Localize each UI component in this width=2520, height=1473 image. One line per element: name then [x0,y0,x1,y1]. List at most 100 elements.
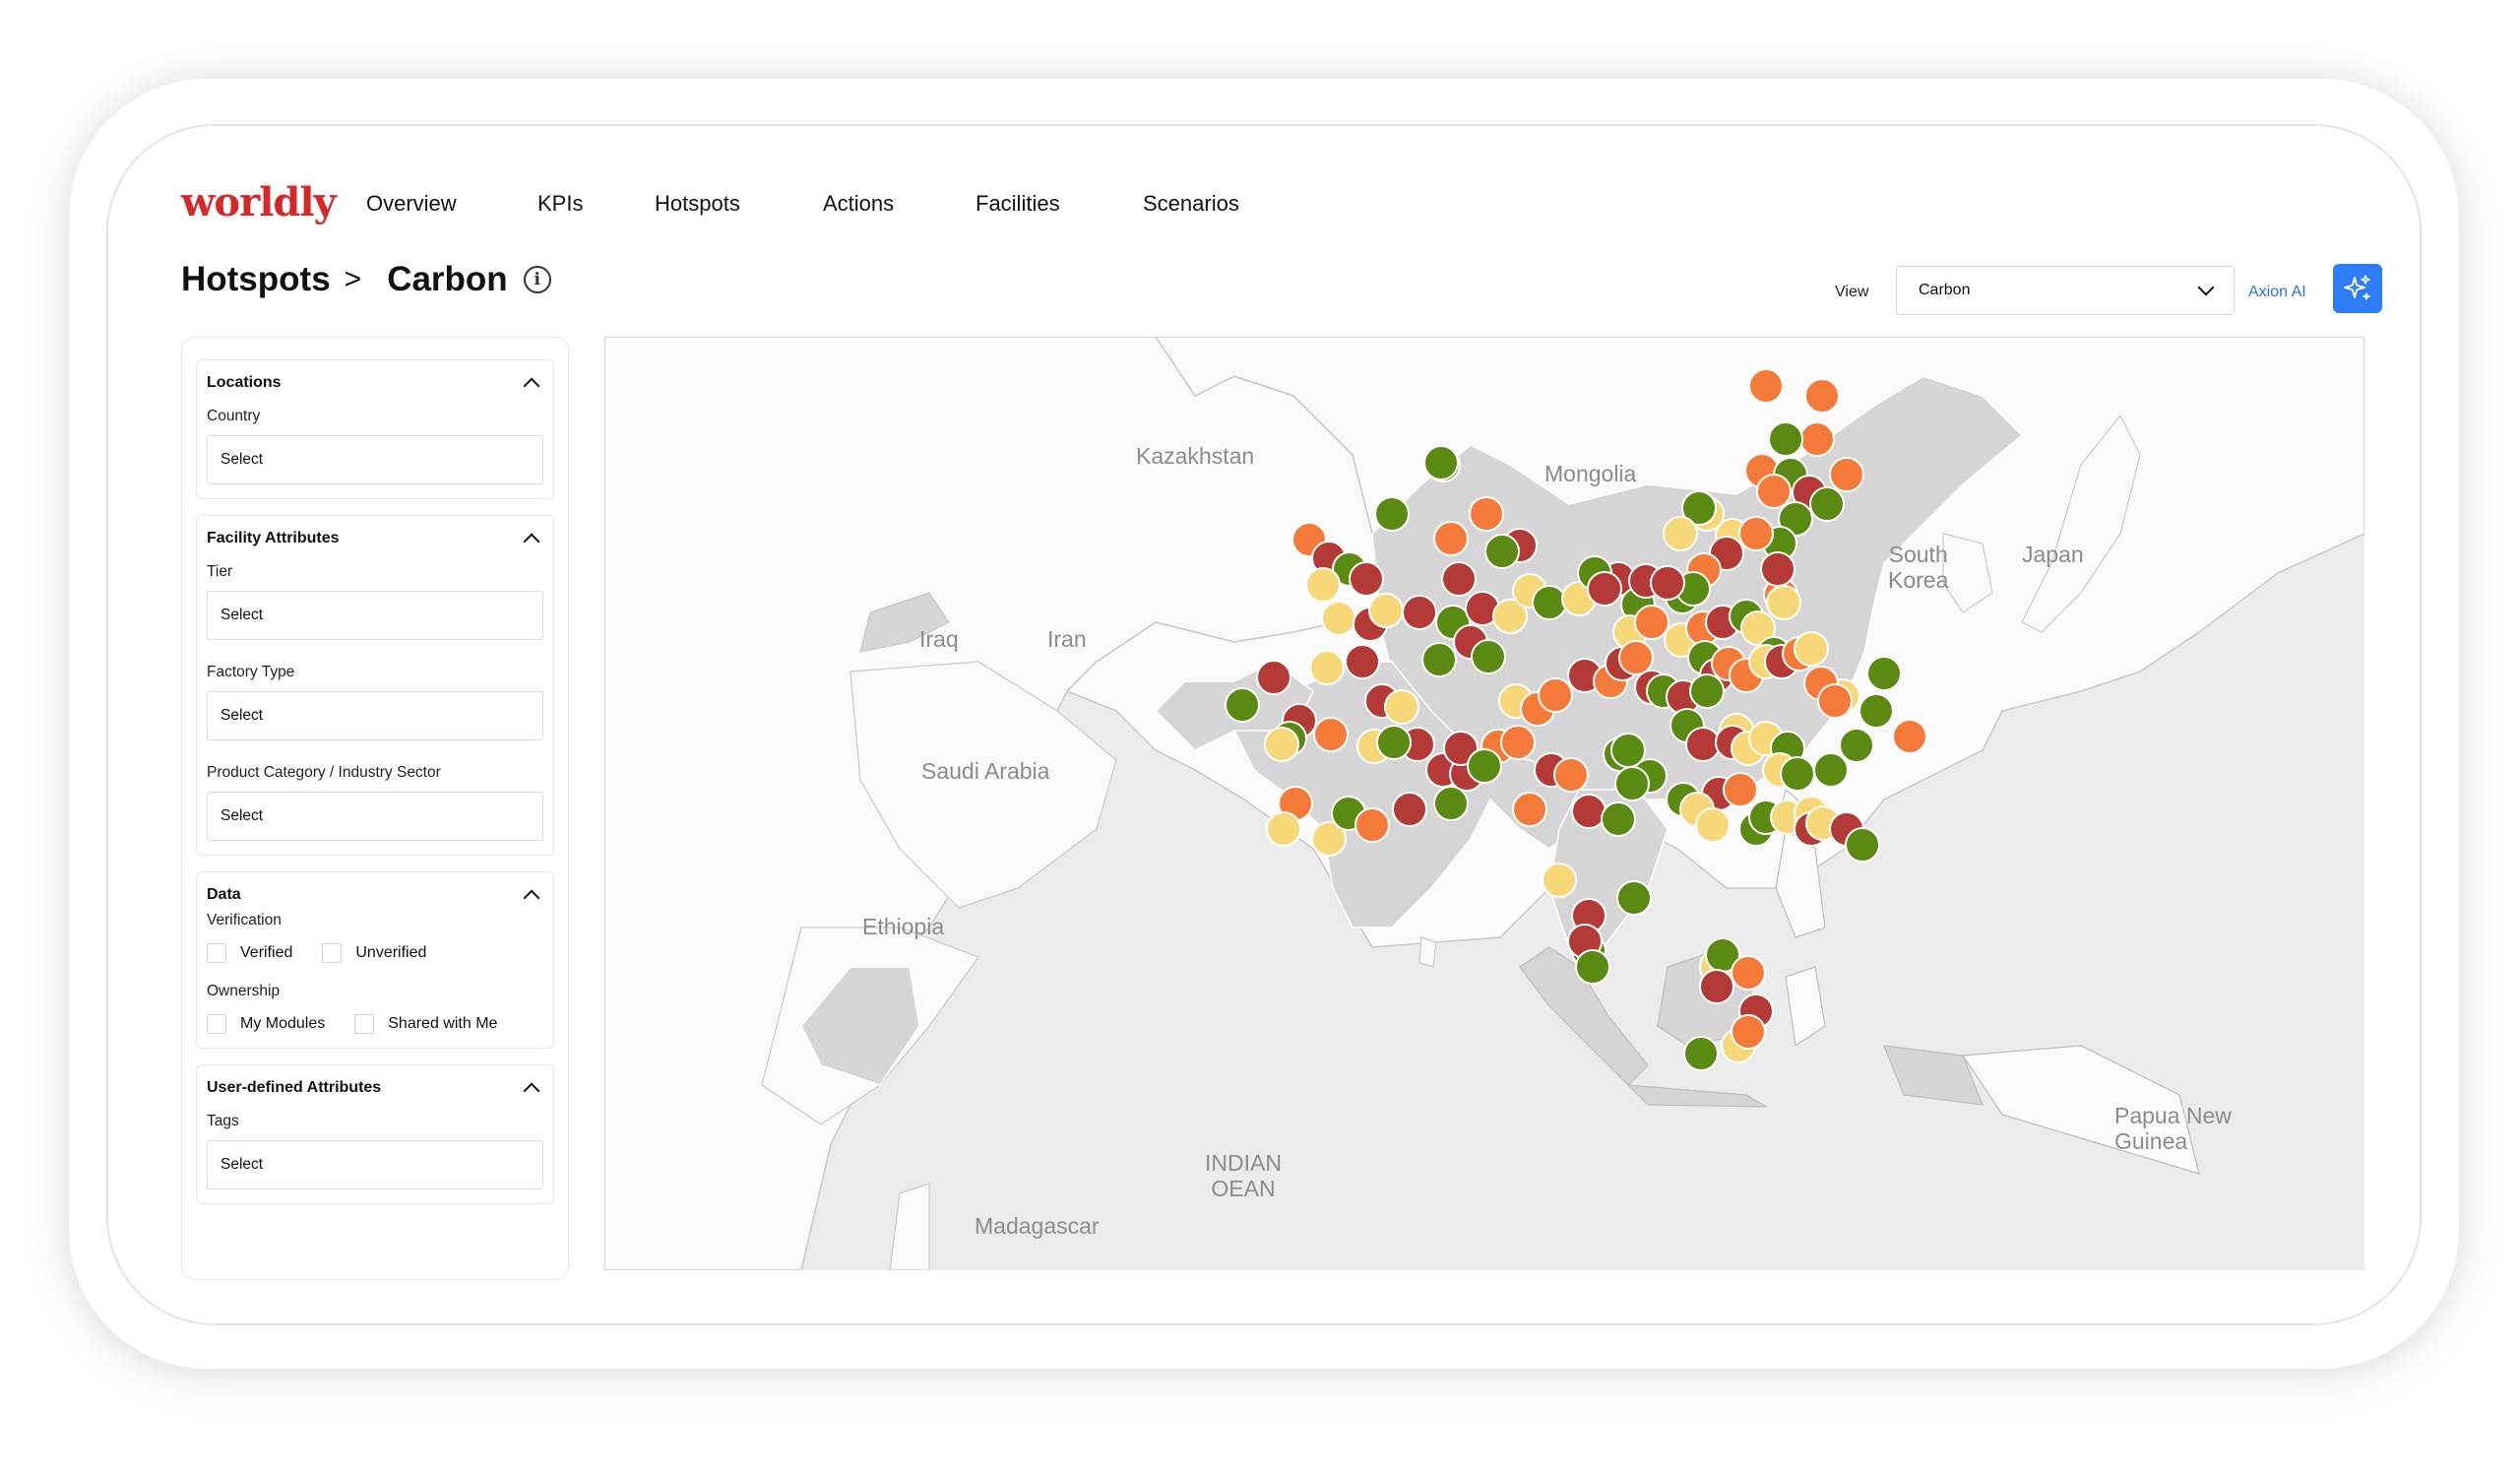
map-canvas[interactable] [604,337,2364,1270]
hotspot-marker[interactable] [1264,727,1299,762]
hotspot-marker[interactable] [1542,863,1577,898]
shared-checkbox[interactable] [354,1014,375,1034]
hotspot-marker[interactable] [1512,792,1547,827]
hotspot-marker[interactable] [1756,474,1792,509]
nav-scenarios[interactable]: Scenarios [1143,191,1239,217]
hotspot-marker[interactable] [1699,969,1734,1004]
hotspot-marker[interactable] [1421,642,1457,677]
my-modules-option[interactable]: My Modules [207,1014,325,1034]
hotspot-marker[interactable] [1469,496,1504,532]
hotspot-marker[interactable] [1794,631,1829,667]
hotspot-marker[interactable] [1738,516,1774,551]
hotspot-marker[interactable] [1829,457,1864,492]
hotspot-marker[interactable] [1354,807,1390,843]
nav-facilities[interactable]: Facilities [976,191,1060,217]
data-title[interactable]: Data [207,886,543,904]
shared-option[interactable]: Shared with Me [354,1014,497,1034]
hotspot-marker[interactable] [1500,725,1536,760]
hotspot-marker[interactable] [1614,766,1650,801]
nav-overview[interactable]: Overview [366,191,457,217]
hotspot-marker[interactable] [1866,656,1902,691]
hotspot-marker[interactable] [1553,757,1589,793]
product-category-select[interactable]: Select [207,792,543,841]
hotspot-marker[interactable] [1575,949,1610,985]
hotspot-marker[interactable] [1349,561,1384,597]
hotspot-marker[interactable] [1384,689,1419,725]
hotspot-marker[interactable] [1892,719,1927,754]
hotspot-marker[interactable] [1780,756,1815,792]
user-defined-title[interactable]: User-defined Attributes [207,1079,543,1097]
hotspot-marker[interactable] [1376,725,1412,760]
hotspot-marker[interactable] [1634,605,1670,640]
facility-attributes-title[interactable]: Facility Attributes [207,530,543,547]
my-modules-checkbox[interactable] [207,1014,226,1034]
unverified-option[interactable]: Unverified [322,943,426,963]
axion-ai-label[interactable]: Axion AI [2248,284,2306,301]
hotspot-marker[interactable] [1532,585,1567,620]
hotspot-marker[interactable] [1731,955,1766,991]
breadcrumb-hotspots[interactable]: Hotspots [181,260,331,299]
hotspot-marker[interactable] [1256,660,1292,695]
hotspot-marker[interactable] [1618,640,1654,675]
locations-title[interactable]: Locations [207,374,543,392]
hotspot-marker[interactable] [1392,792,1427,827]
hotspot-marker[interactable] [1768,421,1803,457]
hotspot-marker[interactable] [1760,551,1796,587]
hotspot-marker[interactable] [1766,585,1801,620]
hotspot-marker[interactable] [1858,693,1894,729]
hotspot-marker[interactable] [1845,827,1880,863]
hotspot-marker[interactable] [1695,807,1731,843]
hotspot-map[interactable]: Kazakhstan Mongolia Iraq Iran Saudi Arab… [604,337,2364,1270]
hotspot-marker[interactable] [1723,772,1758,807]
hotspot-marker[interactable] [1305,567,1341,603]
tags-select[interactable]: Select [207,1140,543,1189]
hotspot-marker[interactable] [1402,595,1437,630]
hotspot-marker[interactable] [1433,786,1469,821]
hotspot-marker[interactable] [1225,687,1260,723]
hotspot-marker[interactable] [1601,801,1636,837]
hotspot-marker[interactable] [1616,880,1652,916]
verified-option[interactable]: Verified [207,943,292,963]
hotspot-marker[interactable] [1839,728,1874,763]
hotspot-marker[interactable] [1683,1036,1719,1071]
axion-ai-button[interactable] [2333,264,2382,313]
hotspot-marker[interactable] [1804,378,1840,414]
info-icon[interactable]: i [523,266,551,293]
hotspot-marker[interactable] [1266,811,1301,847]
hotspot-marker[interactable] [1321,601,1356,636]
hotspot-marker[interactable] [1689,673,1725,709]
hotspot-marker[interactable] [1368,593,1404,628]
hotspot-marker[interactable] [1799,421,1835,457]
unverified-checkbox[interactable] [322,943,343,963]
hotspot-marker[interactable] [1374,496,1410,532]
nav-kpis[interactable]: KPIs [537,191,583,217]
hotspot-marker[interactable] [1441,561,1477,597]
hotspot-marker[interactable] [1650,565,1685,601]
hotspot-marker[interactable] [1685,727,1721,762]
hotspot-marker[interactable] [1813,752,1849,788]
verified-checkbox[interactable] [207,943,226,963]
hotspot-marker[interactable] [1571,794,1606,829]
hotspot-marker[interactable] [1313,717,1349,752]
hotspot-marker[interactable] [1817,683,1853,719]
hotspot-marker[interactable] [1748,368,1784,404]
nav-actions[interactable]: Actions [823,191,894,217]
factory-type-select[interactable]: Select [207,691,543,740]
hotspot-marker[interactable] [1423,445,1459,480]
hotspot-marker[interactable] [1467,748,1502,784]
hotspot-marker[interactable] [1663,516,1698,551]
hotspot-marker[interactable] [1309,650,1345,685]
hotspot-marker[interactable] [1538,677,1573,713]
nav-hotspots[interactable]: Hotspots [655,191,740,217]
view-select[interactable]: Carbon [1896,266,2235,315]
hotspot-marker[interactable] [1587,571,1622,607]
hotspot-marker[interactable] [1484,534,1520,569]
hotspot-marker[interactable] [1809,486,1845,522]
country-select[interactable]: Select [207,435,543,484]
tier-select[interactable]: Select [207,591,543,640]
hotspot-marker[interactable] [1345,644,1380,679]
hotspot-marker[interactable] [1471,639,1506,674]
worldly-logo[interactable]: worldly [181,179,337,225]
hotspot-marker[interactable] [1433,521,1469,556]
hotspot-marker[interactable] [1731,1014,1766,1050]
